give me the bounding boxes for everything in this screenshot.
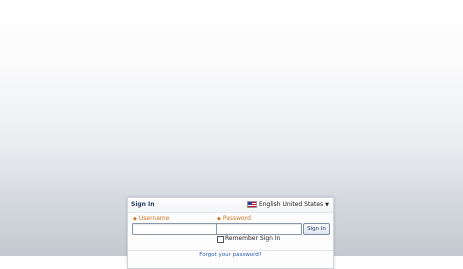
chevron-down-icon: ▼ [325, 202, 329, 208]
password-label: ◆ Password [217, 215, 251, 222]
us-flag-icon [246, 201, 257, 208]
forgot-password-link[interactable]: Forgot your password? [128, 252, 333, 258]
panel-title: Sign In [131, 201, 155, 208]
required-icon: ◆ [217, 216, 221, 222]
remember-checkbox[interactable] [217, 236, 224, 243]
username-label: ◆ Username [133, 215, 170, 222]
panel-header: Sign In English United States ▼ [128, 198, 333, 213]
signin-panel: Sign In English United States ▼ ◆ Username… [127, 197, 334, 269]
language-label: English United States [258, 201, 324, 208]
remember-label: Remember Sign In [225, 235, 281, 242]
required-icon: ◆ [133, 216, 137, 222]
username-input[interactable] [132, 223, 218, 235]
language-select[interactable]: English United States ▼ [246, 201, 329, 208]
signin-button[interactable]: Sign In [303, 223, 330, 235]
password-input[interactable] [216, 223, 302, 235]
footer-divider [128, 250, 333, 251]
